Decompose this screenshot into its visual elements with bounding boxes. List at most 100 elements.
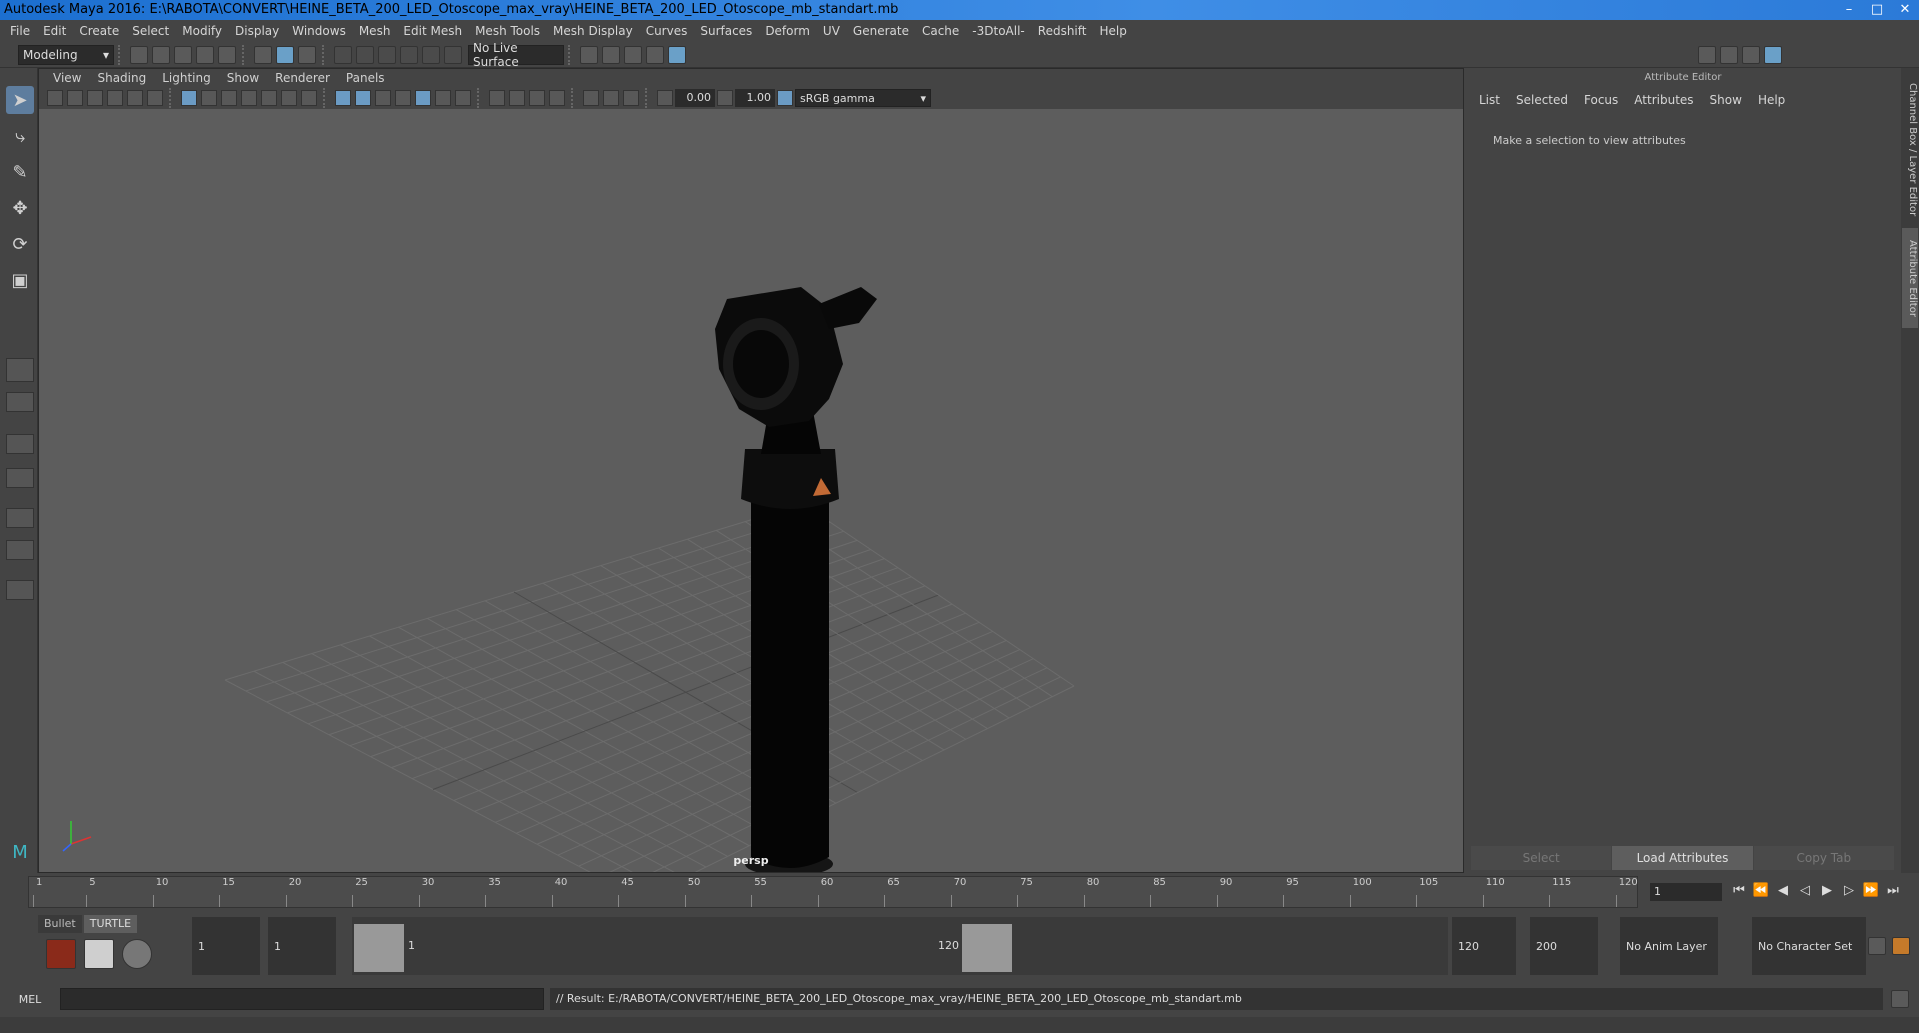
select-by-hierarchy-icon[interactable]: [254, 45, 272, 64]
panel-menu-panels[interactable]: Panels: [338, 71, 393, 85]
menu-modify[interactable]: Modify: [178, 24, 231, 38]
maximize-icon[interactable]: □: [1863, 0, 1891, 20]
camera-select-icon[interactable]: [47, 90, 63, 106]
playback-start-field[interactable]: 1: [268, 917, 336, 975]
shelf-tab-bullet[interactable]: Bullet: [38, 915, 82, 933]
attr-menu-focus[interactable]: Focus: [1576, 93, 1626, 107]
single-view-layout-icon[interactable]: [6, 358, 34, 382]
sidebar-toggle-icon[interactable]: [1698, 45, 1716, 64]
minimize-icon[interactable]: –: [1835, 0, 1863, 20]
live-surface-field[interactable]: No Live Surface: [468, 41, 564, 69]
select-by-object-icon[interactable]: [276, 45, 294, 64]
step-forward-frame-icon[interactable]: ▷: [1838, 883, 1860, 898]
snap-grid-icon[interactable]: [334, 45, 352, 64]
exposure-field[interactable]: 0.00: [675, 89, 715, 107]
collapse-layouts-icon[interactable]: [6, 580, 34, 600]
resolution-gate-icon[interactable]: [221, 90, 237, 106]
rotate-tool-icon[interactable]: ⟳: [6, 230, 34, 258]
multisample-aa-icon[interactable]: [529, 90, 545, 106]
render-settings-icon[interactable]: [646, 45, 664, 64]
2d-pan-zoom-icon[interactable]: [127, 90, 143, 106]
step-back-frame-icon[interactable]: ◀: [1772, 883, 1794, 898]
script-editor-icon[interactable]: [1891, 990, 1909, 1008]
select-button[interactable]: Select: [1471, 846, 1612, 870]
menu-uv[interactable]: UV: [819, 24, 849, 38]
close-icon[interactable]: ✕: [1891, 0, 1919, 20]
play-forwards-icon[interactable]: ▶: [1816, 883, 1838, 898]
tab-attribute-editor[interactable]: Attribute Editor: [1902, 228, 1918, 328]
shelf-tab-turtle[interactable]: TURTLE: [83, 915, 138, 933]
shadows-icon[interactable]: [455, 90, 471, 106]
undo-icon[interactable]: [196, 45, 214, 64]
range-bar[interactable]: 1 120: [352, 917, 1448, 975]
new-scene-icon[interactable]: [130, 45, 148, 64]
menu-help[interactable]: Help: [1095, 24, 1135, 38]
scale-tool-icon[interactable]: ▣: [6, 266, 34, 294]
attr-menu-help[interactable]: Help: [1750, 93, 1793, 107]
xray-active-icon[interactable]: [623, 90, 639, 106]
select-by-component-icon[interactable]: [298, 45, 316, 64]
command-input[interactable]: [60, 988, 544, 1010]
attr-menu-show[interactable]: Show: [1702, 93, 1750, 107]
hypershade-layout-icon[interactable]: [6, 540, 34, 560]
menu-file[interactable]: File: [6, 24, 39, 38]
menu-3dtoall[interactable]: -3DtoAll-: [968, 24, 1033, 38]
anim-layer-dropdown[interactable]: No Anim Layer: [1620, 917, 1718, 975]
field-chart-icon[interactable]: [261, 90, 277, 106]
go-to-start-icon[interactable]: ⏮: [1728, 883, 1750, 898]
turtle-render-icon[interactable]: [46, 939, 76, 969]
view-transform-dropdown[interactable]: sRGB gamma ▾: [795, 89, 931, 107]
panel-menu-view[interactable]: View: [45, 71, 89, 85]
range-start-handle[interactable]: [354, 924, 404, 972]
xray-joints-icon[interactable]: [603, 90, 619, 106]
auto-key-icon[interactable]: [1868, 937, 1886, 955]
attr-menu-attributes[interactable]: Attributes: [1626, 93, 1701, 107]
time-slider-track[interactable]: 1 5 10 15 20 25 30 35 40 45 50 55 60 65 70 75 80 85 90 95 10…: [28, 876, 1638, 908]
wireframe-on-shaded-icon[interactable]: [395, 90, 411, 106]
range-end-handle[interactable]: [962, 924, 1012, 972]
graph-editor-layout-icon[interactable]: [6, 508, 34, 528]
mel-label[interactable]: MEL: [0, 993, 60, 1006]
snap-curve-icon[interactable]: [356, 45, 374, 64]
motion-blur-icon[interactable]: [509, 90, 525, 106]
smooth-shade-icon[interactable]: [355, 90, 371, 106]
menu-mesh-display[interactable]: Mesh Display: [549, 24, 642, 38]
snap-surface-icon[interactable]: [422, 45, 440, 64]
snap-view-plane-icon[interactable]: [400, 45, 418, 64]
menu-cache[interactable]: Cache: [918, 24, 968, 38]
x-ray-icon[interactable]: [415, 90, 431, 106]
ipr-render-icon[interactable]: [624, 45, 642, 64]
redo-icon[interactable]: [218, 45, 236, 64]
step-forward-key-icon[interactable]: ⏩: [1860, 883, 1882, 898]
hypershade-icon[interactable]: [668, 45, 686, 64]
menu-windows[interactable]: Windows: [288, 24, 355, 38]
move-tool-icon[interactable]: ✥: [6, 194, 34, 222]
lights-icon[interactable]: [435, 90, 451, 106]
tool-settings-icon[interactable]: [1720, 45, 1738, 64]
menu-select[interactable]: Select: [128, 24, 178, 38]
outliner-persp-layout-icon[interactable]: [6, 468, 34, 488]
menu-generate[interactable]: Generate: [849, 24, 918, 38]
exposure-icon[interactable]: [657, 90, 673, 106]
turtle-bake-icon[interactable]: [84, 939, 114, 969]
menu-surfaces[interactable]: Surfaces: [696, 24, 761, 38]
step-back-key-icon[interactable]: ⏪: [1750, 883, 1772, 898]
film-gate-icon[interactable]: [201, 90, 217, 106]
outliner-icon[interactable]: [1742, 45, 1760, 64]
isolate-select-icon[interactable]: [583, 90, 599, 106]
3d-viewport[interactable]: persp: [39, 109, 1463, 872]
gate-mask-icon[interactable]: [241, 90, 257, 106]
menu-display[interactable]: Display: [231, 24, 288, 38]
wireframe-icon[interactable]: [335, 90, 351, 106]
bookmark-icon[interactable]: [87, 90, 103, 106]
character-set-dropdown[interactable]: No Character Set: [1752, 917, 1866, 975]
animation-end-field[interactable]: 200: [1530, 917, 1598, 975]
play-backwards-icon[interactable]: ◁: [1794, 883, 1816, 898]
gamma-icon[interactable]: [717, 90, 733, 106]
menu-curves[interactable]: Curves: [642, 24, 697, 38]
menu-deform[interactable]: Deform: [761, 24, 819, 38]
snap-live-icon[interactable]: [444, 45, 462, 64]
playback-end-field[interactable]: 120: [1452, 917, 1516, 975]
save-scene-icon[interactable]: [174, 45, 192, 64]
mode-dropdown[interactable]: Modeling ▾: [18, 44, 114, 65]
